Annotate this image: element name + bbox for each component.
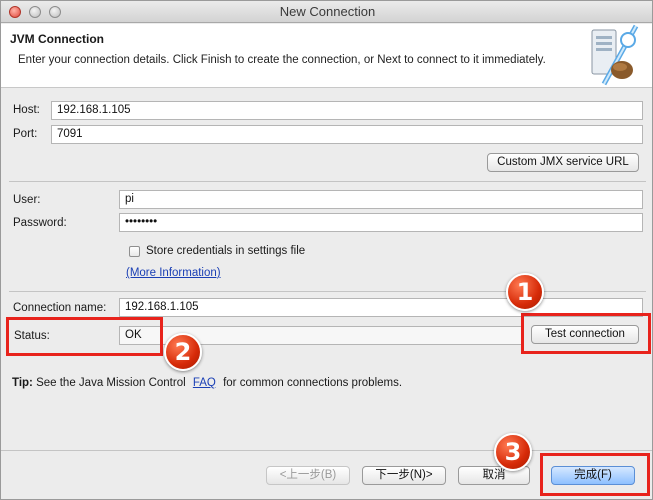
custom-jmx-service-url-button[interactable]: Custom JMX service URL xyxy=(487,153,639,172)
finish-highlight-box xyxy=(540,453,650,496)
page-title: JVM Connection xyxy=(10,32,105,46)
minimize-window-button[interactable] xyxy=(29,6,41,18)
jvm-connection-illustration-icon xyxy=(591,24,639,86)
separator xyxy=(9,181,646,182)
tip-suffix: for common connections problems. xyxy=(223,377,403,389)
password-input[interactable]: •••••••• xyxy=(119,213,643,232)
store-credentials-checkbox[interactable] xyxy=(129,246,140,257)
tip-text: Tip: See the Java Mission Control FAQ fo… xyxy=(12,377,402,389)
port-label: Port: xyxy=(13,128,38,140)
close-window-button[interactable] xyxy=(9,6,21,18)
host-input[interactable]: 192.168.1.105 xyxy=(51,101,643,120)
new-connection-window: New Connection JVM Connection Enter your… xyxy=(0,0,653,500)
title-bar: New Connection xyxy=(1,1,652,23)
back-button[interactable]: <上一步(B) xyxy=(266,466,350,485)
connection-name-label: Connection name: xyxy=(13,302,107,314)
faq-link[interactable]: FAQ xyxy=(193,377,216,389)
window-title: New Connection xyxy=(279,4,376,19)
tip-prefix: Tip: xyxy=(12,377,33,389)
maximize-window-button[interactable] xyxy=(49,6,61,18)
user-input[interactable]: pi xyxy=(119,190,643,209)
status-highlight-box xyxy=(6,317,163,356)
tip-body: See the Java Mission Control xyxy=(36,377,186,389)
wizard-header: JVM Connection Enter your connection det… xyxy=(1,24,652,88)
step-3-badge: 3 xyxy=(494,433,532,471)
page-description: Enter your connection details. Click Fin… xyxy=(18,54,546,66)
port-input[interactable]: 7091 xyxy=(51,125,643,144)
step-2-badge: 2 xyxy=(164,333,202,371)
test-connection-highlight-box xyxy=(521,313,651,354)
step-1-badge: 1 xyxy=(506,273,544,311)
user-label: User: xyxy=(13,194,41,206)
footer-separator xyxy=(1,450,652,451)
password-label: Password: xyxy=(13,217,67,229)
next-button[interactable]: 下一步(N)> xyxy=(362,466,446,485)
more-information-link[interactable]: (More Information) xyxy=(126,267,221,279)
store-credentials-label: Store credentials in settings file xyxy=(146,245,306,257)
host-label: Host: xyxy=(13,104,40,116)
separator xyxy=(9,291,646,292)
